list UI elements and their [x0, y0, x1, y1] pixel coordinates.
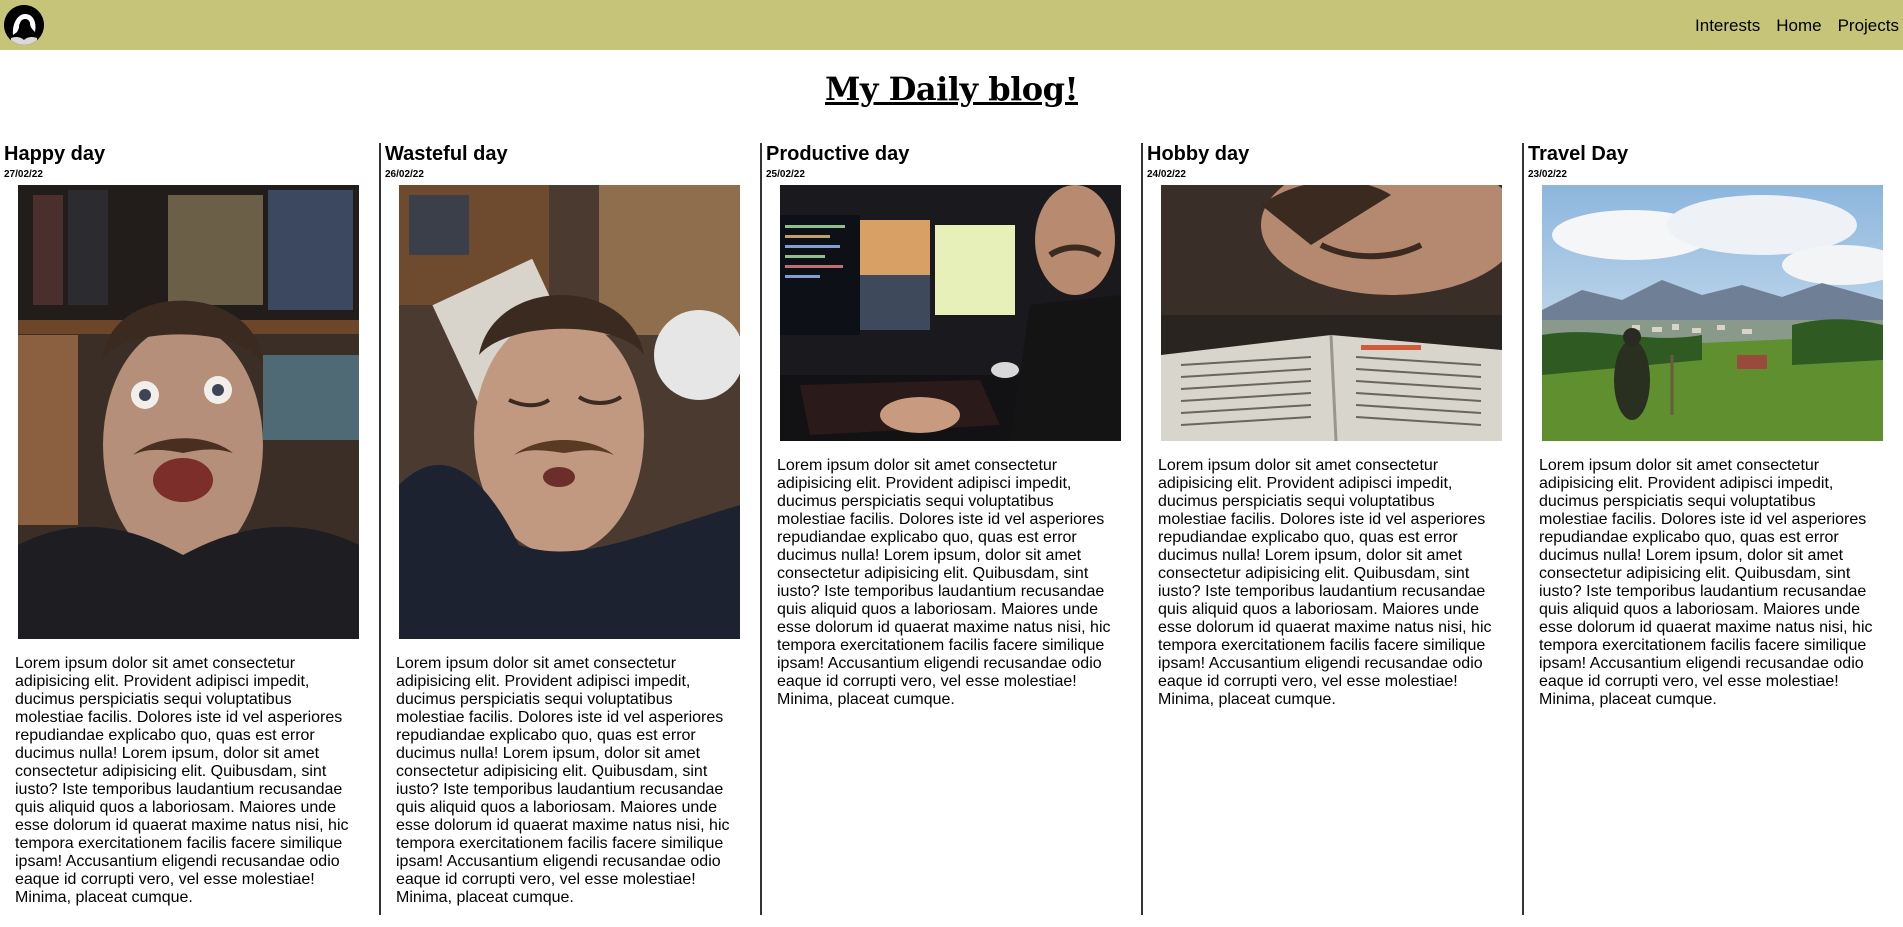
post-title: Travel Day — [1528, 143, 1629, 165]
post-body: Lorem ipsum dolor sit amet consectetur a… — [1158, 457, 1492, 708]
main-nav: Interests Home Projects — [1679, 16, 1899, 36]
blog-post-card: Happy day 27/02/22 Lorem ipsum dolor sit… — [0, 143, 379, 915]
silhouette-portrait-icon[interactable] — [4, 5, 44, 45]
nav-link-projects[interactable]: Projects — [1838, 16, 1899, 35]
blog-post-card: Travel Day 23/02/22 Lorem ipsum dolor si… — [1522, 143, 1903, 915]
post-body: Lorem ipsum dolor sit amet consectetur a… — [777, 457, 1111, 708]
post-date: 24/02/22 — [1147, 169, 1186, 180]
top-nav-bar: Interests Home Projects — [0, 0, 1903, 50]
blog-post-card: Hobby day 24/02/22 Lorem ipsum dolor sit… — [1141, 143, 1522, 915]
computer-desk-photo — [780, 185, 1121, 441]
reading-book-photo — [1161, 185, 1502, 441]
nav-link-home[interactable]: Home — [1776, 16, 1821, 35]
post-title: Wasteful day — [385, 143, 508, 165]
post-date: 27/02/22 — [4, 169, 43, 180]
post-title: Productive day — [766, 143, 910, 165]
post-title: Hobby day — [1147, 143, 1250, 165]
post-body: Lorem ipsum dolor sit amet consectetur a… — [15, 655, 349, 906]
post-date: 26/02/22 — [385, 169, 424, 180]
post-body: Lorem ipsum dolor sit amet consectetur a… — [396, 655, 730, 906]
blog-post-card: Productive day 25/02/22 Lorem ipsum dolo… — [760, 143, 1141, 915]
post-date: 25/02/22 — [766, 169, 805, 180]
nav-link-interests[interactable]: Interests — [1695, 16, 1760, 35]
happy-selfie-photo — [18, 185, 359, 639]
post-date: 23/02/22 — [1528, 169, 1567, 180]
page-title: My Daily blog! — [825, 70, 1078, 108]
mountain-landscape-photo — [1542, 185, 1883, 441]
sleepy-selfie-photo — [399, 185, 740, 639]
blog-post-card: Wasteful day 26/02/22 Lorem ipsum dolor … — [379, 143, 760, 915]
post-title: Happy day — [4, 143, 106, 165]
post-body: Lorem ipsum dolor sit amet consectetur a… — [1539, 457, 1873, 708]
